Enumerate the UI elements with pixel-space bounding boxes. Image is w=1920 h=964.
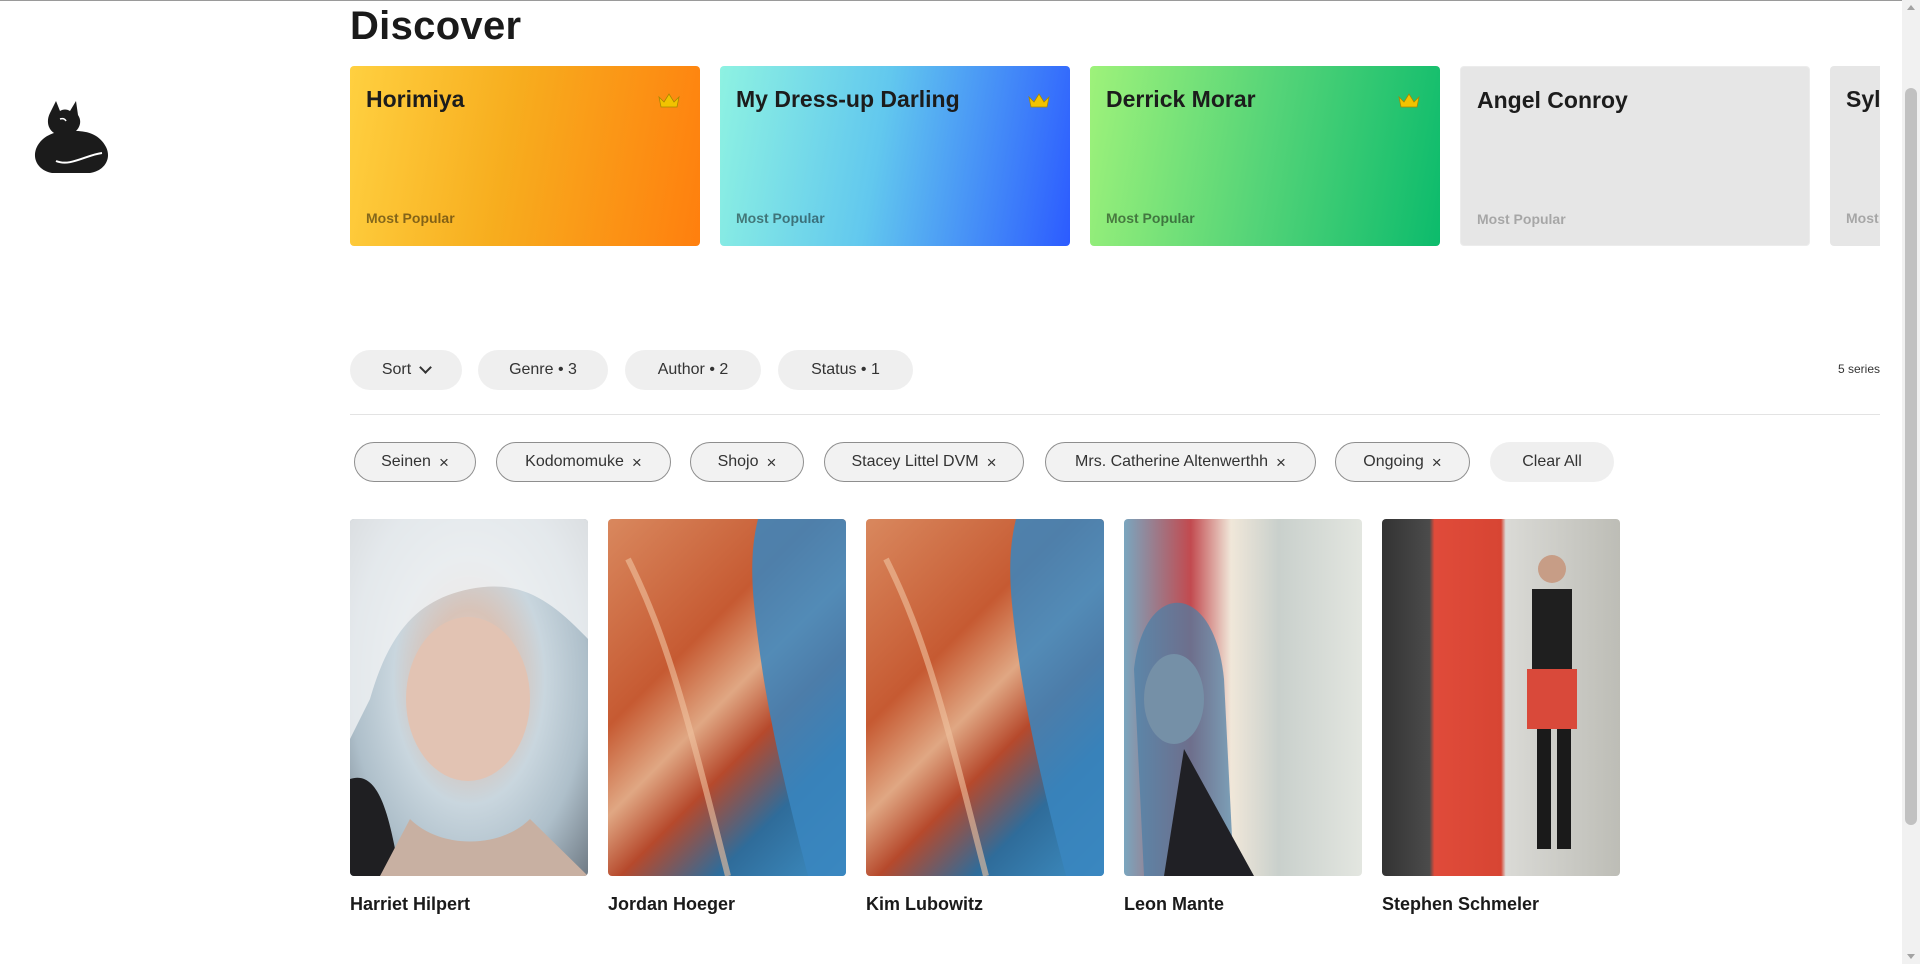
window-top-border: [0, 0, 1920, 1]
filter-chip[interactable]: Kodomomuke ×: [496, 442, 671, 482]
series-card[interactable]: Jordan Hoeger: [608, 519, 846, 915]
divider: [350, 414, 1880, 415]
cat-logo-icon[interactable]: [30, 95, 114, 175]
series-title[interactable]: Harriet Hilpert: [350, 894, 588, 915]
filter-chip[interactable]: Mrs. Catherine Altenwerthh ×: [1045, 442, 1316, 482]
series-cover-image[interactable]: [866, 519, 1104, 876]
series-card[interactable]: Harriet Hilpert: [350, 519, 588, 915]
series-cover-image[interactable]: [350, 519, 588, 876]
featured-card[interactable]: Syl Most: [1830, 66, 1880, 246]
featured-card[interactable]: My Dress-up Darling Most Popular: [720, 66, 1070, 246]
featured-card-title: Horimiya: [366, 86, 465, 112]
featured-card-title: Derrick Morar: [1106, 86, 1256, 112]
featured-card-title: My Dress-up Darling: [736, 86, 960, 112]
featured-card-subtitle: Most Popular: [1477, 211, 1566, 227]
portrait-illustration: [1134, 602, 1254, 876]
scroll-down-arrow-icon[interactable]: [1907, 954, 1915, 959]
close-icon[interactable]: ×: [1276, 454, 1286, 471]
close-icon[interactable]: ×: [766, 454, 776, 471]
filter-chip-label: Ongoing: [1363, 453, 1424, 470]
close-icon[interactable]: ×: [987, 454, 997, 471]
featured-card-subtitle: Most: [1846, 210, 1879, 226]
series-cover-image[interactable]: [1124, 519, 1362, 876]
series-cover-image[interactable]: [1382, 519, 1620, 876]
filter-chip[interactable]: Ongoing ×: [1335, 442, 1470, 482]
street-photo-illustration: [1527, 555, 1577, 849]
close-icon[interactable]: ×: [632, 454, 642, 471]
featured-card-title: Syl: [1846, 86, 1880, 112]
series-card[interactable]: Stephen Schmeler: [1382, 519, 1620, 915]
crown-icon: [658, 93, 680, 108]
filter-chip[interactable]: Shojo ×: [690, 442, 804, 482]
chevron-down-icon: [419, 361, 433, 374]
filter-chip-label: Stacey Littel DVM: [851, 453, 979, 470]
scrollbar-thumb[interactable]: [1905, 88, 1917, 825]
filter-chip[interactable]: Seinen ×: [354, 442, 476, 482]
author-filter-button[interactable]: Author • 2: [625, 350, 761, 390]
genre-filter-button[interactable]: Genre • 3: [478, 350, 608, 390]
filter-chip[interactable]: Stacey Littel DVM ×: [824, 442, 1024, 482]
featured-card-title: Angel Conroy: [1477, 87, 1628, 113]
page-title: Discover: [350, 4, 522, 48]
page-scrollbar[interactable]: [1902, 0, 1920, 964]
rock-illustration: [883, 519, 1104, 876]
filter-toolbar: Sort Genre • 3 Author • 2 Status • 1 5 s…: [350, 350, 1880, 390]
active-filters: Seinen × Kodomomuke × Shojo × Stacey Littel…: [354, 442, 1874, 482]
rock-illustration: [625, 519, 846, 876]
featured-card-subtitle: Most Popular: [1106, 210, 1195, 226]
featured-card[interactable]: Horimiya Most Popular: [350, 66, 700, 246]
series-card[interactable]: Leon Mante: [1124, 519, 1362, 915]
filter-chip-label: Kodomomuke: [525, 453, 624, 470]
featured-card-subtitle: Most Popular: [366, 210, 455, 226]
series-count: 5 series: [1837, 362, 1880, 376]
filter-chip-label: Shojo: [717, 453, 759, 470]
close-icon[interactable]: ×: [1432, 454, 1442, 471]
filter-chip-label: Seinen: [381, 453, 431, 470]
crown-icon: [1028, 93, 1050, 108]
status-filter-button[interactable]: Status • 1: [778, 350, 913, 390]
close-icon[interactable]: ×: [439, 454, 449, 471]
sort-label: Sort: [381, 361, 412, 378]
series-cover-image[interactable]: [608, 519, 846, 876]
series-title[interactable]: Stephen Schmeler: [1382, 894, 1620, 915]
series-title[interactable]: Jordan Hoeger: [608, 894, 846, 915]
featured-carousel: Horimiya Most Popular My Dress-up Darlin…: [350, 66, 1880, 246]
filter-chip-label: Mrs. Catherine Altenwerthh: [1075, 453, 1269, 470]
featured-card[interactable]: Angel Conroy Most Popular: [1460, 66, 1810, 246]
featured-card-subtitle: Most Popular: [736, 210, 825, 226]
clear-all-button[interactable]: Clear All: [1490, 442, 1614, 482]
featured-card[interactable]: Derrick Morar Most Popular: [1090, 66, 1440, 246]
series-card[interactable]: Kim Lubowitz: [866, 519, 1104, 915]
sort-button[interactable]: Sort: [350, 350, 462, 390]
series-title[interactable]: Leon Mante: [1124, 894, 1362, 915]
scroll-up-arrow-icon[interactable]: [1907, 5, 1915, 10]
crown-icon: [1398, 93, 1420, 108]
portrait-illustration: [350, 519, 588, 876]
series-title[interactable]: Kim Lubowitz: [866, 894, 1104, 915]
